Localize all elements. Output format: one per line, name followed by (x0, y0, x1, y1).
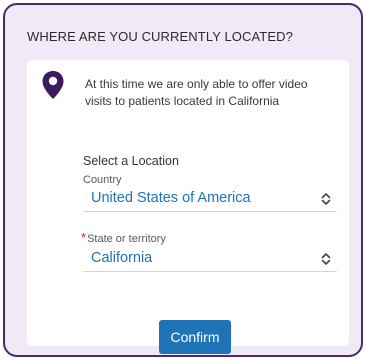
state-value: California (91, 250, 153, 266)
confirm-button[interactable]: Confirm (159, 320, 231, 354)
availability-message: At this time we are only able to offer v… (85, 77, 308, 108)
state-label: State or territory (87, 233, 166, 245)
country-label: Country (83, 174, 122, 186)
select-location-heading: Select a Location (83, 154, 179, 168)
chevron-up-down-icon (321, 253, 331, 265)
state-select[interactable]: California (83, 246, 337, 272)
chevron-up-down-icon (321, 193, 331, 205)
country-select[interactable]: United States of America (83, 186, 337, 212)
dialog-title: WHERE ARE YOU CURRENTLY LOCATED? (27, 29, 293, 44)
location-card: At this time we are only able to offer v… (27, 60, 349, 354)
state-label-wrap: *State or territory (81, 230, 166, 245)
country-value: United States of America (91, 190, 251, 206)
location-pin-icon (42, 71, 64, 99)
location-dialog: WHERE ARE YOU CURRENTLY LOCATED? At this… (3, 3, 363, 357)
required-marker: * (81, 230, 87, 245)
